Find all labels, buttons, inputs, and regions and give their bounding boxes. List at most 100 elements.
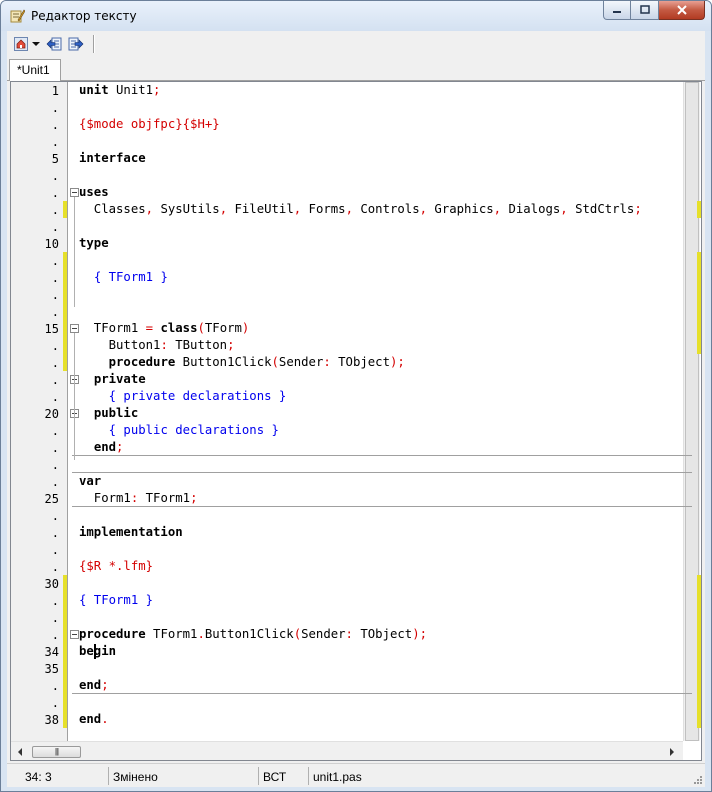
section-separator [72,693,692,694]
line-number: . [51,458,59,472]
code-token: ; [634,202,642,216]
line-number: 34 [44,645,59,659]
code-token: procedure [108,355,176,369]
code-line: Button1: TButton; [79,337,235,354]
minimize-icon [613,11,621,13]
title-bar[interactable]: Редактор тексту [1,1,711,31]
fold-toggle-icon[interactable] [70,188,79,197]
code-token: ( [271,355,279,369]
jump-forward-button[interactable] [67,35,85,53]
line-number-gutter[interactable]: 1... 5.... 10.... 15.... 20.... 25.... 30... 34… [11,82,67,741]
caption-buttons [603,1,705,21]
line-number: . [51,101,59,115]
minimize-button[interactable] [603,1,631,20]
scroll-right-button[interactable] [665,745,679,759]
code-token: Controls [352,202,420,216]
section-separator [72,472,692,473]
line-number: . [51,594,59,608]
line-number: 1 [51,84,59,98]
code-token: TButton [167,338,228,352]
line-number: . [51,424,59,438]
code-line: { public declarations } [79,422,279,439]
code-token: begin [79,644,117,658]
status-filename: unit1.pas [313,770,362,784]
line-number: . [51,305,59,319]
fold-guide [74,418,75,460]
code-token: Button1Click [204,627,294,641]
code-line: {$R *.lfm} [79,558,153,575]
horizontal-scrollbar[interactable]: ||| [11,741,683,760]
line-number: 20 [44,407,59,421]
code-token: TForm [204,321,242,335]
line-number: 38 [44,713,59,727]
close-button[interactable] [659,1,705,20]
line-number: 35 [44,662,59,676]
code-line: uses [79,184,109,201]
dropdown-button[interactable] [30,35,42,53]
toolbar [7,31,705,57]
code-token: {$R *.lfm} [79,559,154,573]
code-token: { private declarations } [108,389,287,403]
code-token: interface [79,151,146,165]
code-token: Forms [301,202,346,216]
code-token: end [79,678,102,692]
line-number: 10 [44,237,59,251]
arrow-right-icon [670,748,674,756]
code-token: TObject [352,627,413,641]
code-token: Unit1 [108,83,154,97]
code-token: {$mode objfpc}{$H+} [79,117,220,131]
code-token: ( [197,321,205,335]
code-token: , [345,202,353,216]
code-token: : [160,338,168,352]
resize-grip-icon[interactable] [691,773,703,785]
line-number: . [51,356,59,370]
line-number: . [51,339,59,353]
code-token: , [219,202,228,216]
maximize-button[interactable] [631,1,659,20]
fold-toggle-icon[interactable] [70,630,79,639]
code-token: procedure [79,627,146,641]
source-editor[interactable]: 1... 5.... 10.... 15.... 20.... 25.... 30... 34… [10,81,702,761]
line-number: . [51,203,59,217]
code-token: FileUtil [227,202,294,216]
code-line: end; [79,439,124,456]
scroll-left-button[interactable] [13,745,27,759]
line-number: 30 [44,577,59,591]
line-number: . [51,186,59,200]
code-token: { TForm1 } [79,593,154,607]
code-token: ; [227,338,235,352]
code-token: implementation [79,525,183,539]
jump-back-button[interactable] [45,35,63,53]
fold-toggle-icon[interactable] [70,324,79,333]
code-token: unit [79,83,109,97]
line-number: . [51,611,59,625]
code-token: end [93,440,117,454]
code-token: TForm1 [145,627,198,641]
text-caret [93,644,96,659]
editor-window: Редактор тексту *Unit1 1 . . . 5 . . . .… [0,0,712,792]
home-button[interactable] [12,35,30,53]
code-area[interactable]: unit Unit1; {$mode objfpc}{$H+} interface u… [68,82,692,741]
code-token: TForm1 [79,321,146,335]
line-number: . [51,696,59,710]
code-token: ) [241,321,250,335]
code-token: . [197,627,205,641]
app-icon [10,9,25,23]
horizontal-scroll-thumb[interactable]: ||| [32,746,81,758]
line-number: 15 [44,322,59,336]
line-number: . [51,526,59,540]
tab-unit1[interactable]: *Unit1 [9,59,61,81]
line-number: . [51,373,59,387]
code-token: : [323,355,331,369]
section-separator [72,506,692,507]
status-bar: 34: 3 Змінено ВСТ unit1.pas [7,763,705,787]
code-token: , [493,202,502,216]
code-line: { TForm1 } [79,592,153,609]
code-token: , [560,202,568,216]
code-token: Sender [278,355,324,369]
line-number: 5 [51,152,59,166]
fold-guide [74,197,75,307]
